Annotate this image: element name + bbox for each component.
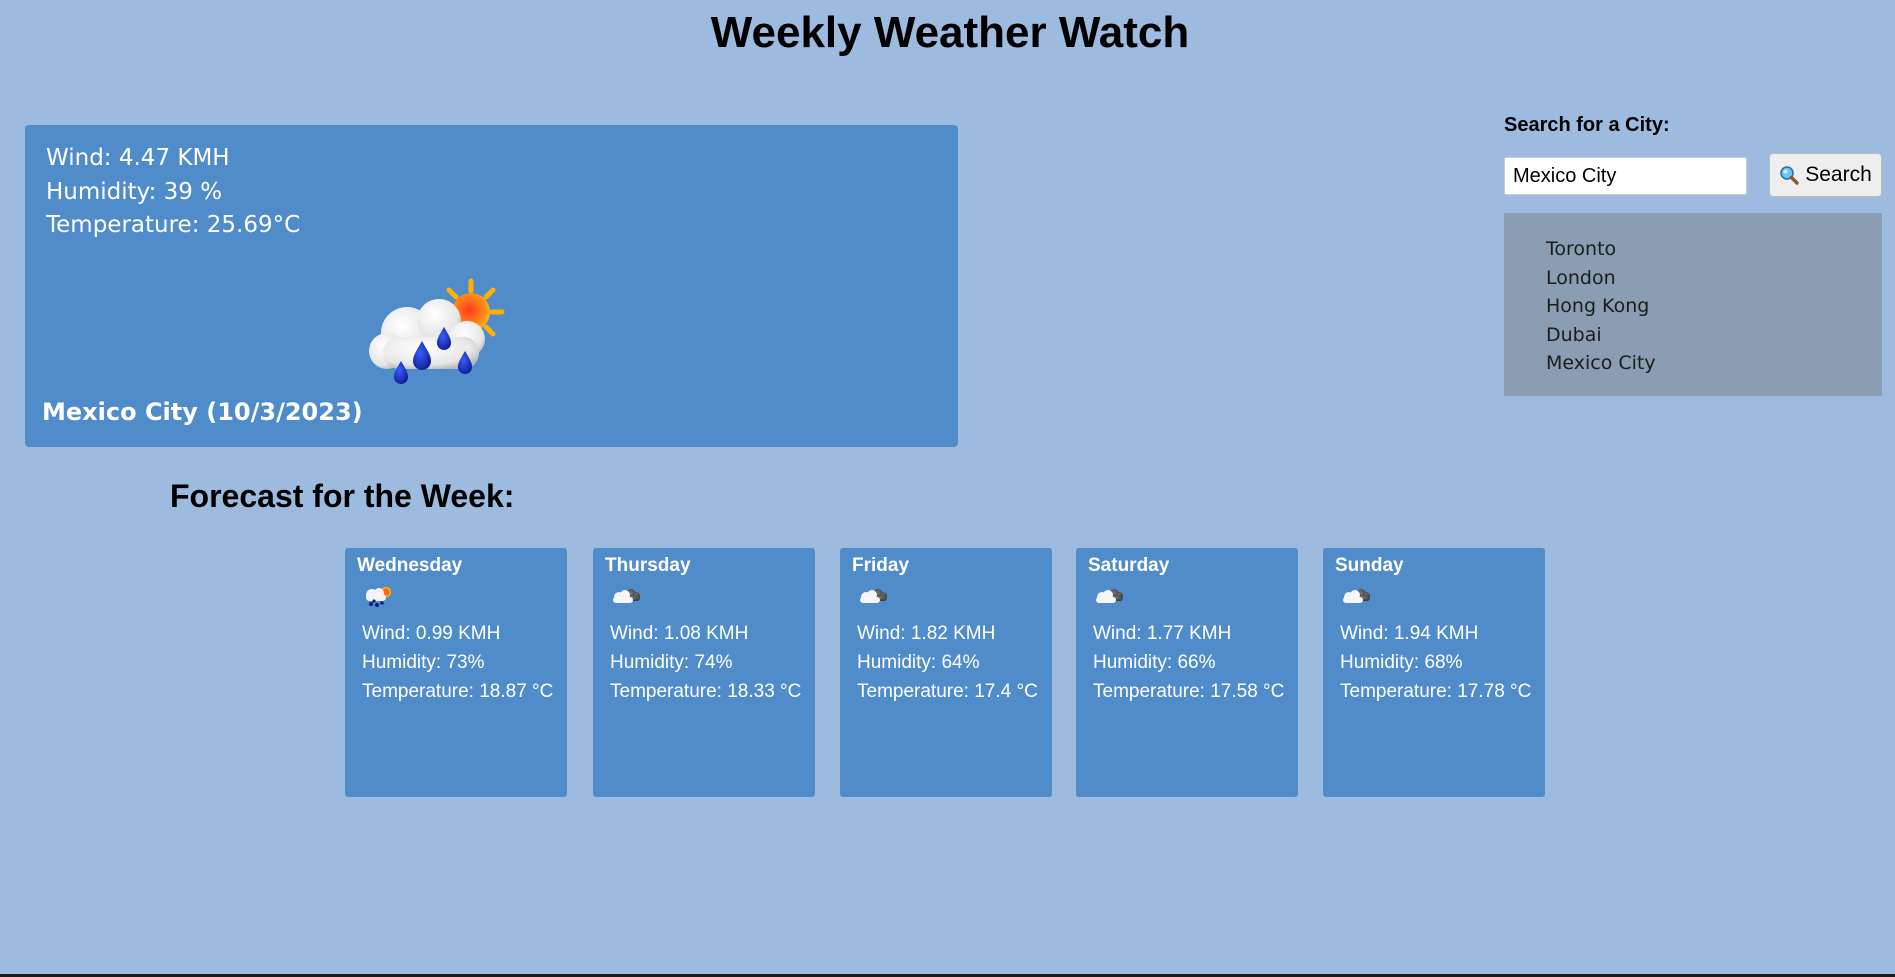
page-title: Weekly Weather Watch	[710, 8, 1190, 57]
forecast-day-name: Saturday	[1088, 555, 1170, 576]
rain-sun-cloud-icon	[366, 586, 392, 607]
forecast-wind: Wind: 1.82 KMH	[857, 623, 996, 644]
forecast-card-sunday: Sunday Wind: 1.94 KMH Humidity: 68% Temp…	[1323, 548, 1545, 797]
forecast-card-wednesday: Wednesday Wind: 0.99 KMH Humidity: 73% T…	[345, 548, 567, 797]
forecast-card-thursday: Thursday Wind: 1.08 KMH Humidity: 74% Te…	[593, 548, 815, 797]
cloudy-icon	[860, 589, 887, 603]
history-item-london[interactable]: London	[1546, 264, 1882, 293]
forecast-day-name: Sunday	[1335, 555, 1404, 576]
forecast-temperature: Temperature: 18.87 °C	[362, 681, 554, 702]
forecast-temperature: Temperature: 17.4 °C	[857, 681, 1038, 702]
search-history-list: Toronto London Hong Kong Dubai Mexico Ci…	[1504, 213, 1882, 396]
forecast-day-name: Friday	[852, 555, 910, 576]
current-temperature: Temperature: 25.69°C	[46, 212, 301, 238]
current-weather-card: Wind: 4.47 KMH Humidity: 39 % Temperatur…	[25, 125, 958, 447]
history-item-hong-kong[interactable]: Hong Kong	[1546, 292, 1882, 321]
forecast-humidity: Humidity: 68%	[1340, 652, 1463, 673]
current-wind: Wind: 4.47 KMH	[46, 145, 230, 171]
current-humidity: Humidity: 39 %	[46, 179, 223, 205]
forecast-wind: Wind: 1.94 KMH	[1340, 623, 1479, 644]
forecast-temperature: Temperature: 18.33 °C	[610, 681, 802, 702]
forecast-wind: Wind: 1.08 KMH	[610, 623, 749, 644]
magnifier-icon	[1780, 166, 1799, 185]
history-item-toronto[interactable]: Toronto	[1546, 235, 1882, 264]
history-item-mexico-city[interactable]: Mexico City	[1546, 349, 1882, 378]
current-city-date: Mexico City (10/3/2023)	[42, 398, 363, 426]
forecast-day-name: Thursday	[605, 555, 691, 576]
cloudy-icon	[613, 589, 640, 603]
forecast-day-name: Wednesday	[357, 555, 463, 576]
forecast-humidity: Humidity: 64%	[857, 652, 980, 673]
forecast-humidity: Humidity: 66%	[1093, 652, 1216, 673]
forecast-humidity: Humidity: 74%	[610, 652, 733, 673]
forecast-wind: Wind: 0.99 KMH	[362, 623, 501, 644]
forecast-wind: Wind: 1.77 KMH	[1093, 623, 1232, 644]
forecast-card-friday: Friday Wind: 1.82 KMH Humidity: 64% Temp…	[840, 548, 1052, 797]
cloudy-icon	[1343, 589, 1370, 603]
forecast-humidity: Humidity: 73%	[362, 652, 485, 673]
search-button-label: Search	[1805, 163, 1872, 186]
cloudy-icon	[1096, 589, 1123, 603]
search-label: Search for a City:	[1504, 114, 1670, 136]
rain-sun-cloud-icon	[369, 278, 505, 384]
search-button[interactable]: Search	[1769, 153, 1882, 197]
forecast-temperature: Temperature: 17.78 °C	[1340, 681, 1532, 702]
forecast-card-saturday: Saturday Wind: 1.77 KMH Humidity: 66% Te…	[1076, 548, 1298, 797]
city-search-input[interactable]	[1504, 157, 1747, 195]
history-item-dubai[interactable]: Dubai	[1546, 321, 1882, 350]
forecast-temperature: Temperature: 17.58 °C	[1093, 681, 1285, 702]
forecast-title: Forecast for the Week:	[170, 478, 515, 514]
